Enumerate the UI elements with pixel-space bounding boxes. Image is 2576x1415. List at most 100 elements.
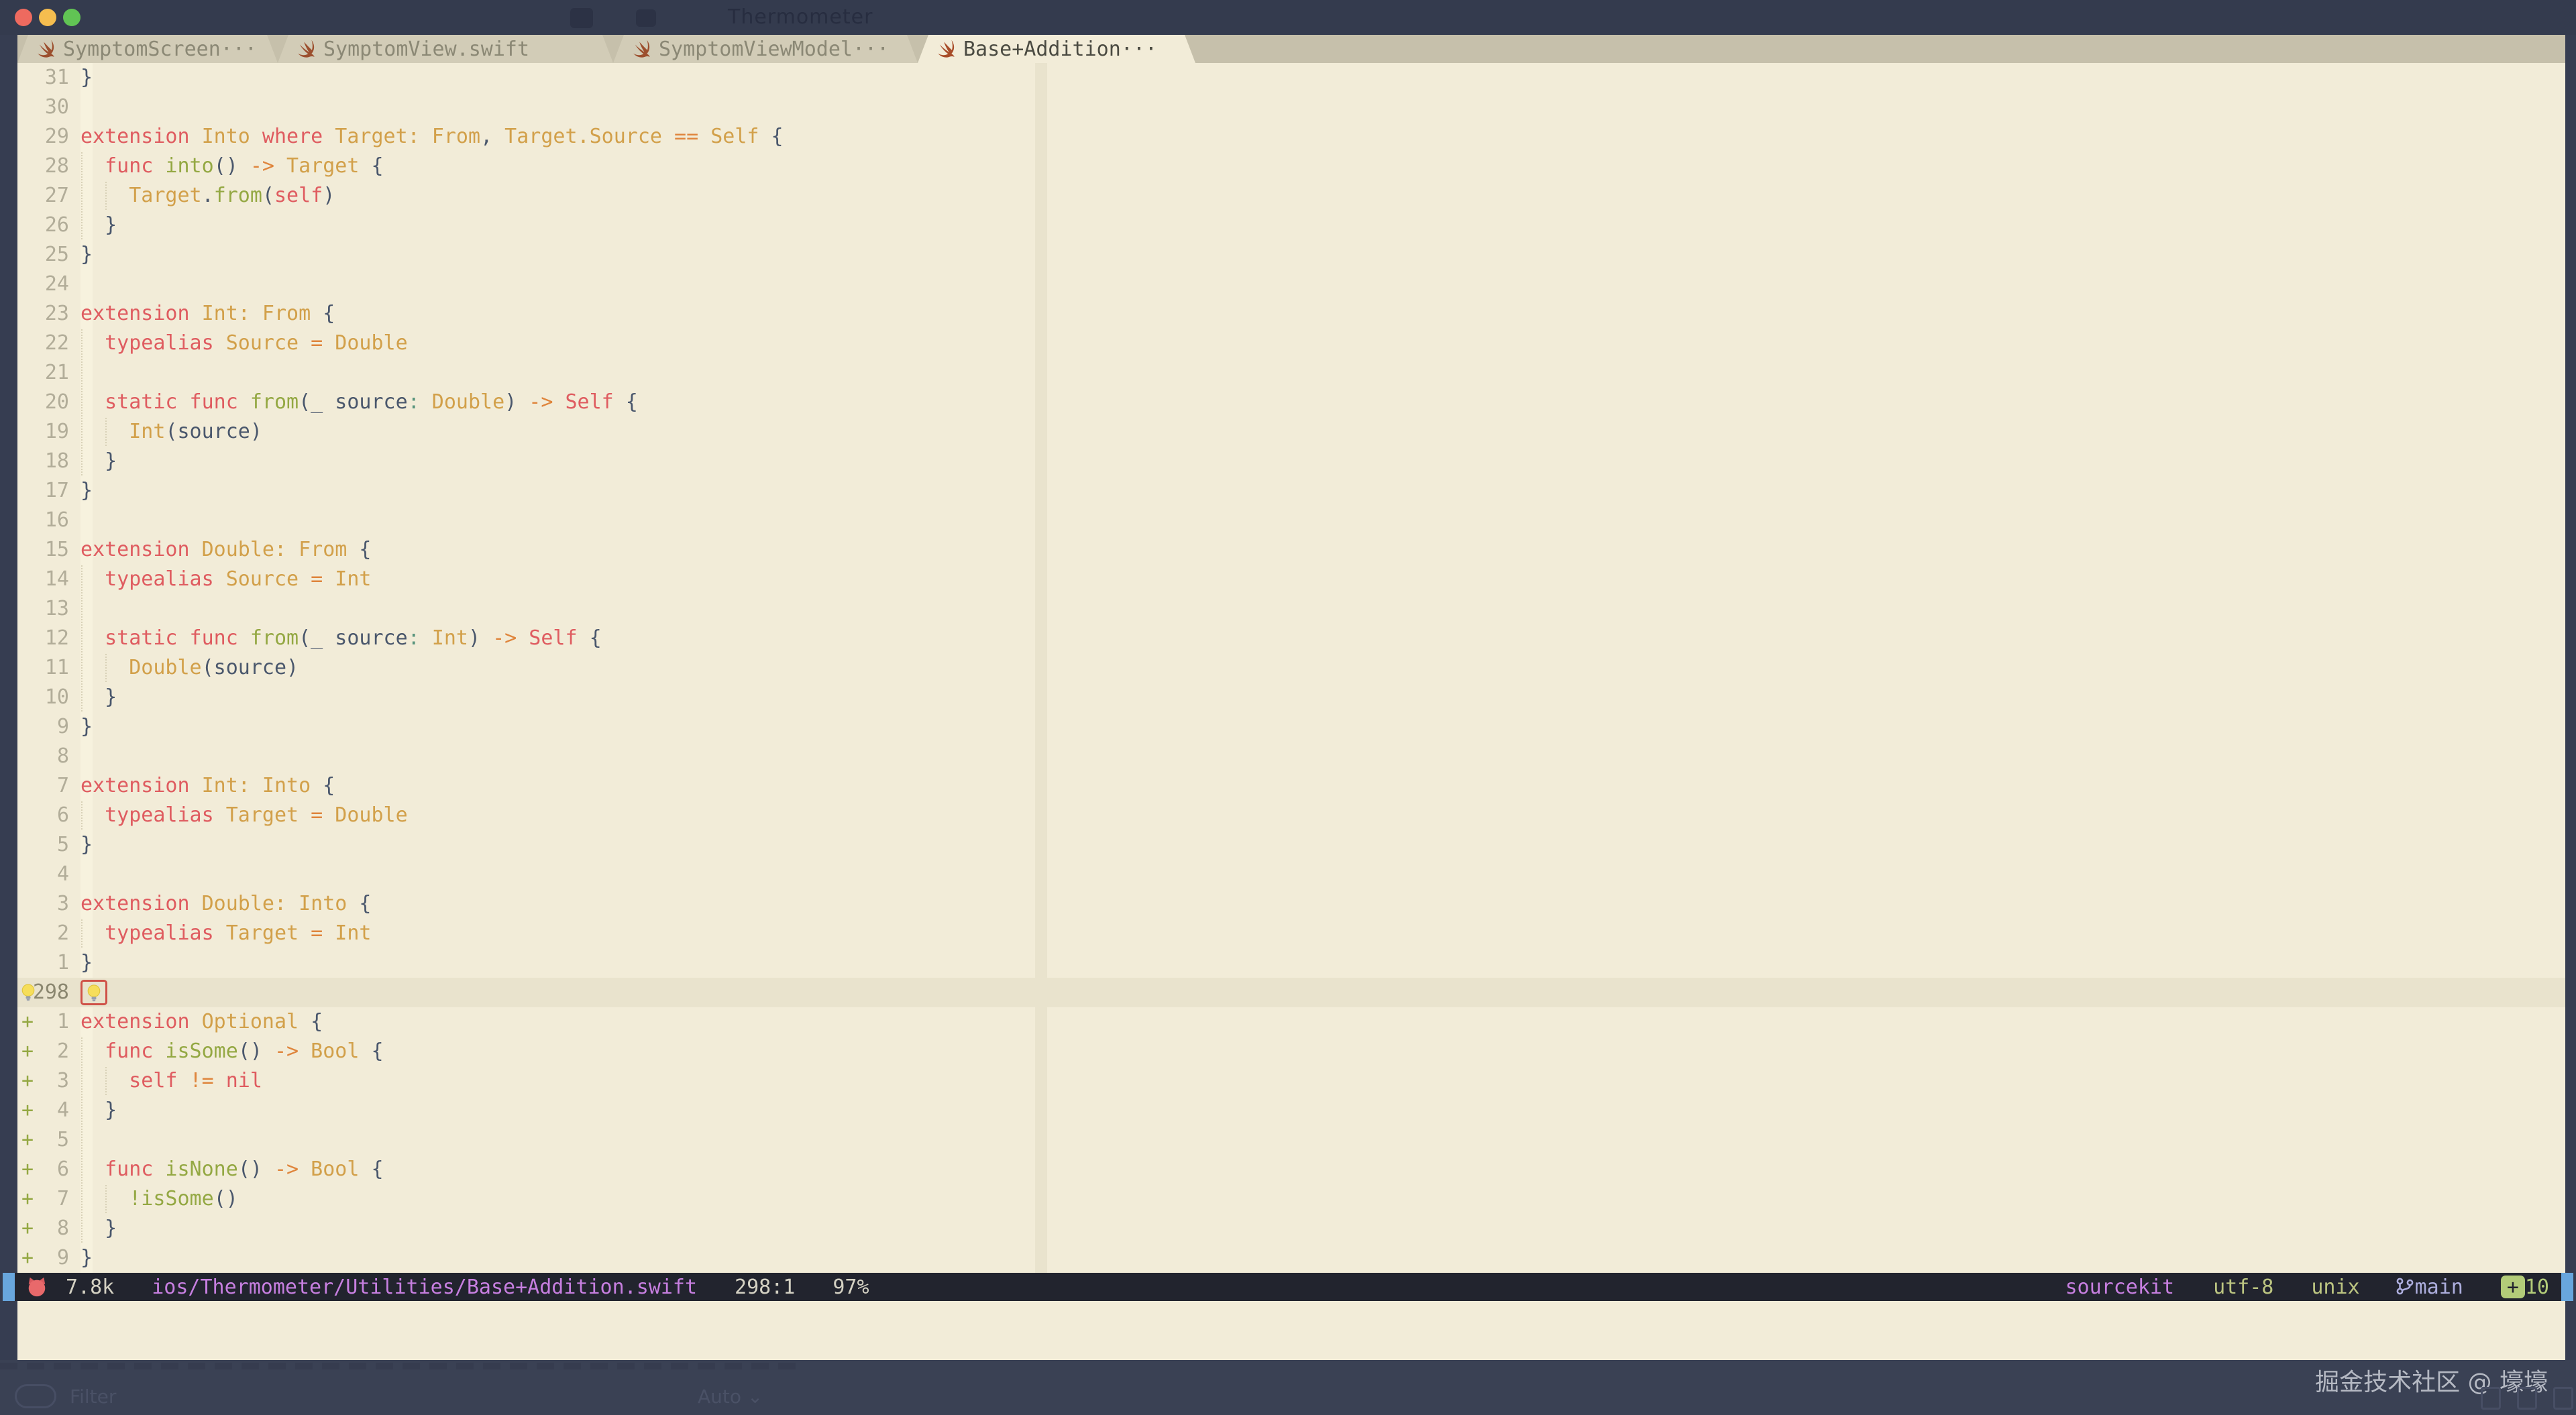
command-line-area [17,1301,2565,1360]
code-text: extension Into where Target: From, Targe… [80,122,784,152]
code-line[interactable]: 3extension Double: Into { [17,889,2565,919]
window-right-padding [2565,35,2576,1360]
line-number: 7 [17,1184,69,1214]
code-line[interactable]: 22 typealias Source = Double [17,329,2565,358]
line-number: 26 [17,211,69,240]
line-number: 6 [17,801,69,830]
code-line[interactable]: +9} [17,1243,2565,1273]
code-line[interactable]: +5 [17,1125,2565,1155]
ghost-auto-label: Auto ⌄ [698,1385,763,1408]
code-text: extension Double: From { [80,535,372,565]
code-text: extension Optional { [80,1007,323,1037]
status-fileformat: unix [2311,1276,2359,1299]
code-line[interactable]: +7 !isSome() [17,1184,2565,1214]
code-text: } [80,948,93,978]
ghost-trash-icon [2481,1387,2501,1410]
code-line[interactable]: +2 func isSome() -> Bool { [17,1037,2565,1066]
line-number: 22 [17,329,69,358]
code-line[interactable]: +3 self != nil [17,1066,2565,1096]
code-line[interactable]: 19 Int(source) [17,417,2565,447]
line-number: 3 [17,1066,69,1096]
code-line[interactable]: 29extension Into where Target: From, Tar… [17,122,2565,152]
code-line[interactable]: 5} [17,830,2565,860]
code-line[interactable]: +1extension Optional { [17,1007,2565,1037]
code-line[interactable]: +8 } [17,1214,2565,1243]
code-line[interactable]: +4 } [17,1096,2565,1125]
code-line[interactable]: 27 Target.from(self) [17,181,2565,211]
line-number: 18 [17,447,69,476]
editor-buffer: 31}3029extension Into where Target: From… [17,63,2565,1273]
line-number: 16 [17,506,69,535]
traffic-light-minimize-button[interactable] [39,9,56,26]
line-number: 5 [17,830,69,860]
status-edge-right [2561,1273,2573,1301]
line-number: 8 [17,742,69,771]
code-line[interactable]: 28 func into() -> Target { [17,152,2565,181]
line-number: 8 [17,1214,69,1243]
line-number: 1 [17,948,69,978]
code-line[interactable]: 30 [17,93,2565,122]
code-text: extension Double: Into { [80,889,372,919]
code-line-current[interactable]: 298 [17,978,2565,1007]
editor-tab-3[interactable]: SymptomViewModel··· [613,35,918,63]
tab-label: SymptomScreen··· [63,38,257,61]
line-number: 5 [17,1125,69,1155]
code-line[interactable]: 9} [17,712,2565,742]
code-text: static func from(_ source: Int) -> Self … [80,624,602,653]
editor-tab-4[interactable]: Base+Addition··· [918,35,1195,63]
status-diff-added: +10 [2501,1276,2549,1299]
line-number: 14 [17,565,69,594]
code-line[interactable]: 26 } [17,211,2565,240]
code-text: } [80,211,117,240]
traffic-light-close-button[interactable] [15,9,32,26]
code-text: } [80,476,93,506]
line-number: 6 [17,1155,69,1184]
code-line[interactable]: 6 typealias Target = Double [17,801,2565,830]
code-line[interactable]: 14 typealias Source = Int [17,565,2565,594]
code-line[interactable]: 12 static func from(_ source: Int) -> Se… [17,624,2565,653]
tab-label: SymptomView.swift [323,38,529,61]
swift-file-icon [36,39,56,59]
code-line[interactable]: 21 [17,358,2565,388]
code-line[interactable]: 23 extension Int: From { [17,299,2565,329]
traffic-light-zoom-button[interactable] [63,9,80,26]
code-line[interactable]: 2 typealias Target = Int [17,919,2565,948]
code-line[interactable]: 25} [17,240,2565,270]
line-number: 30 [17,93,69,122]
code-area: 31}3029extension Into where Target: From… [17,63,2565,1273]
code-line[interactable]: 17} [17,476,2565,506]
editor-tab-2[interactable]: SymptomView.swift [278,35,613,63]
code-line[interactable]: 7extension Int: Into { [17,771,2565,801]
code-line[interactable]: 15extension Double: From { [17,535,2565,565]
code-line[interactable]: 1} [17,948,2565,978]
code-text: } [80,240,93,270]
titlebar-ghost-icon [636,9,656,27]
line-number: 298 [17,978,69,1007]
editor-tab-1[interactable]: SymptomScreen··· [17,35,278,63]
screen: Thermometer SymptomScreen···SymptomView.… [0,0,2576,1415]
code-line[interactable]: 10 } [17,683,2565,712]
code-text: } [80,830,93,860]
code-line[interactable]: 8 [17,742,2565,771]
code-line[interactable]: 20 static func from(_ source: Double) ->… [17,388,2565,417]
cursor[interactable] [80,980,107,1005]
code-text: extension Int: From { [80,299,335,329]
code-line[interactable]: +6 func isNone() -> Bool { [17,1155,2565,1184]
line-number: 23 [17,299,69,329]
code-line[interactable]: 16 [17,506,2565,535]
code-line[interactable]: 4 [17,860,2565,889]
line-number: 31 [17,63,69,93]
titlebar-ghost-icon [570,8,593,28]
code-line[interactable]: 13 [17,594,2565,624]
code-line[interactable]: 11 Double(source) [17,653,2565,683]
code-line[interactable]: 31} [17,63,2565,93]
line-number: 2 [17,919,69,948]
code-line[interactable]: 18 } [17,447,2565,476]
code-text: Int(source) [80,417,262,447]
swift-file-icon [632,39,652,59]
code-line[interactable]: 24 [17,270,2565,299]
ghost-filter-pill [15,1384,56,1408]
line-number: 28 [17,152,69,181]
line-number: 13 [17,594,69,624]
code-text: extension Int: Into { [80,771,335,801]
